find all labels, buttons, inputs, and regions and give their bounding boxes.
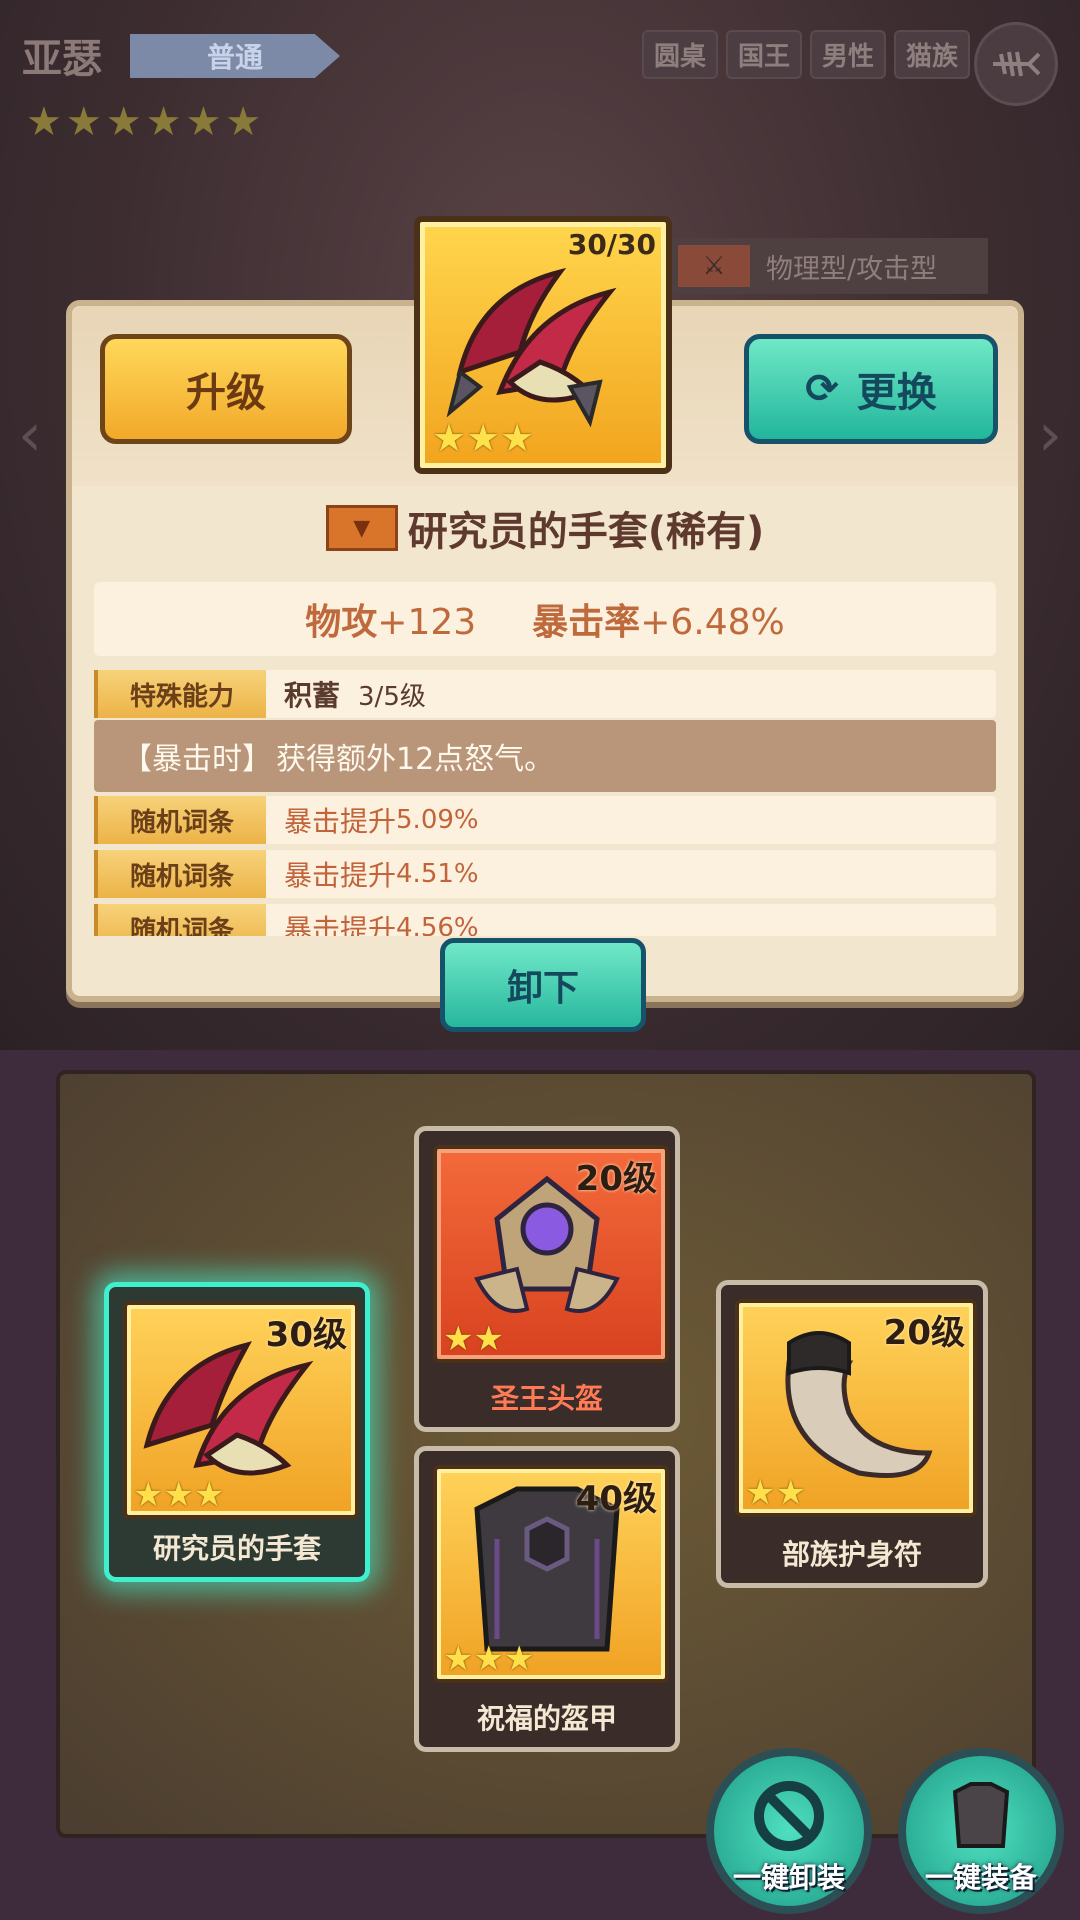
- item-card: 20级 ★★: [433, 1145, 669, 1363]
- stat-value: +123: [377, 602, 477, 643]
- random-affix-label: 随机词条: [94, 850, 266, 898]
- stat-value: +6.48%: [640, 602, 785, 643]
- item-star-rating: ★★★: [432, 416, 535, 460]
- equip-all-label: 一键装备: [924, 1861, 1037, 1894]
- random-affix-name: 暴击提升: [284, 805, 397, 838]
- item-level: 40级: [575, 1479, 657, 1519]
- hero-tag: 圆桌: [641, 30, 718, 79]
- item-level: 20级: [883, 1313, 965, 1353]
- item-name: 祝福的盔甲: [476, 1702, 617, 1735]
- star-icon: ★: [185, 99, 222, 145]
- equipment-slot-helmet[interactable]: 20级 ★★ 圣王头盔: [414, 1126, 680, 1432]
- effect-trigger: 【暴击时】: [122, 742, 272, 777]
- hero-tag: 男性: [809, 30, 886, 79]
- replace-button-label: 更换: [856, 370, 937, 416]
- refresh-icon: ⟳: [805, 366, 839, 412]
- hero-type: ⚔ 物理型/攻击型: [668, 238, 988, 294]
- upgrade-button-label: 升级: [186, 370, 266, 416]
- stat-crit-rate: 暴击率+6.48%: [532, 593, 785, 645]
- rarity-ribbon: 普通: [130, 34, 340, 78]
- flag-icon: ▼: [325, 505, 398, 551]
- item-card: 40级 ★★★: [433, 1465, 669, 1683]
- star-icon: ★: [225, 99, 262, 145]
- item-card: 30级 ★★★: [123, 1301, 359, 1519]
- star-icon: ★: [145, 99, 182, 145]
- special-ability-label: 特殊能力: [94, 670, 266, 718]
- equipment-slot-gloves[interactable]: 30级 ★★★ 研究员的手套: [104, 1282, 370, 1582]
- special-ability-effect: 【暴击时】 获得额外12点怒气。: [94, 720, 996, 792]
- unequip-button-label: 卸下: [506, 968, 579, 1009]
- armor-icon: [952, 1782, 1010, 1848]
- replace-button[interactable]: ⟳ 更换: [744, 334, 998, 444]
- effect-text: 获得额外12点怒气。: [276, 742, 555, 777]
- unequip-button[interactable]: 卸下: [440, 938, 646, 1032]
- item-name: 圣王头盔: [490, 1382, 603, 1415]
- item-name: 研究员的手套: [152, 1532, 321, 1565]
- sword-icon: ⚔: [678, 245, 750, 287]
- item-star-rating: ★★★: [133, 1475, 225, 1515]
- hero-type-label: 物理型/攻击型: [766, 253, 938, 285]
- hero-name: 亚瑟: [22, 36, 102, 82]
- random-affix-value: 4.51%: [396, 859, 479, 889]
- item-level: 20级: [575, 1159, 657, 1199]
- random-affix-name: 暴击提升: [284, 913, 397, 936]
- random-affix-name: 暴击提升: [284, 859, 397, 892]
- hero-tags: 圆桌 国王 男性 猫族: [641, 30, 970, 79]
- selected-item-card: 30/30 ★★★: [414, 216, 672, 474]
- prohibit-icon: [754, 1781, 824, 1851]
- stat-name: 暴击率: [532, 602, 641, 643]
- equipment-slot-armor[interactable]: 40级 ★★★ 祝福的盔甲: [414, 1446, 680, 1752]
- unequip-all-label: 一键卸装: [732, 1861, 845, 1894]
- random-affix-value: 4.56%: [396, 913, 479, 936]
- fish-bone-icon-svg: [993, 51, 1041, 77]
- random-affix-label: 随机词条: [94, 796, 266, 844]
- hero-tag: 国王: [725, 30, 802, 79]
- stat-attack: 物攻+123: [305, 593, 476, 645]
- next-arrow-icon[interactable]: ›: [1038, 400, 1062, 470]
- random-affix-value: 5.09%: [396, 805, 479, 835]
- special-ability-level: 3/5级: [358, 681, 426, 712]
- item-main-stats: 物攻+123 暴击率+6.48%: [94, 582, 996, 656]
- random-affix-list[interactable]: 随机词条 暴击提升 5.09% 随机词条 暴击提升 4.51% 随机词条 暴击提…: [72, 796, 1018, 936]
- item-star-rating: ★★: [443, 1319, 504, 1359]
- hero-star-rating: ★ ★ ★ ★ ★ ★: [26, 100, 261, 144]
- star-icon: ★: [26, 99, 62, 145]
- item-star-rating: ★★★: [443, 1639, 535, 1679]
- random-affix-row: 随机词条 暴击提升 5.09%: [94, 796, 996, 844]
- special-ability-row: 特殊能力 积蓄 3/5级: [94, 670, 996, 718]
- special-ability-name: 积蓄: [284, 679, 341, 712]
- equipment-slot-amulet[interactable]: 20级 ★★ 部族护身符: [716, 1280, 988, 1588]
- fish-bone-icon[interactable]: [974, 22, 1058, 106]
- stat-name: 物攻: [305, 602, 378, 643]
- item-title: 研究员的手套(稀有): [407, 509, 765, 555]
- random-affix-label: 随机词条: [94, 904, 266, 936]
- star-icon: ★: [65, 99, 102, 145]
- star-icon: ★: [105, 99, 142, 145]
- random-affix-row: 随机词条 暴击提升 4.51%: [94, 850, 996, 898]
- item-count: 30/30: [567, 228, 656, 261]
- equip-all-button[interactable]: 一键装备: [898, 1748, 1064, 1914]
- unequip-all-button[interactable]: 一键卸装: [706, 1748, 872, 1914]
- item-star-rating: ★★: [745, 1473, 806, 1513]
- item-card: 20级 ★★: [735, 1299, 977, 1517]
- upgrade-button[interactable]: 升级: [100, 334, 352, 444]
- hero-tag: 猫族: [893, 30, 970, 79]
- item-level: 30级: [265, 1315, 347, 1355]
- prev-arrow-icon[interactable]: ‹: [18, 400, 42, 470]
- item-title-row: ▼ 研究员的手套(稀有): [72, 496, 1018, 560]
- item-name: 部族护身符: [781, 1538, 922, 1571]
- random-affix-row: 随机词条 暴击提升 4.56%: [94, 904, 996, 936]
